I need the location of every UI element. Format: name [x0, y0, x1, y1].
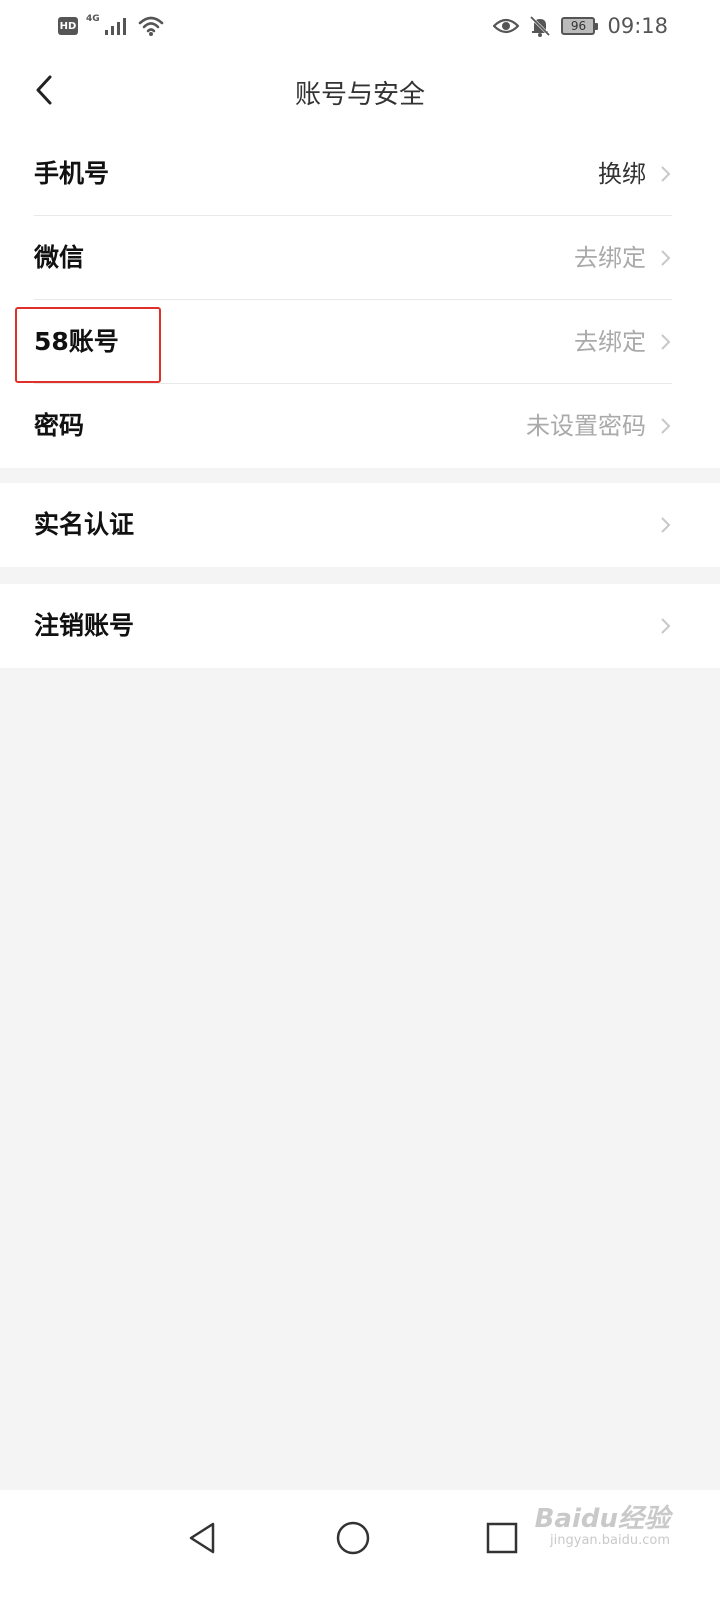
signal-icon — [104, 18, 126, 35]
chevron-right-icon — [661, 418, 671, 434]
network-type-label: 4G — [86, 14, 100, 24]
eye-icon — [493, 18, 520, 34]
row-label: 微信 — [34, 243, 85, 272]
settings-row-phone[interactable]: 手机号 换绑 — [0, 132, 720, 216]
status-left: HD 4G — [58, 12, 164, 40]
row-value: 未设置密码 — [526, 412, 646, 440]
verification-group: 实名认证 — [0, 483, 720, 567]
header-bar: 账号与安全 — [0, 52, 720, 132]
settings-row-cancel-account[interactable]: 注销账号 — [0, 584, 720, 668]
row-label: 手机号 — [34, 159, 110, 188]
chevron-right-icon — [661, 517, 671, 533]
row-value: 换绑 — [598, 160, 646, 188]
bell-muted-icon — [530, 15, 551, 37]
account-binding-group: 手机号 换绑 微信 去绑定 58账号 去绑定 密码 未设置密码 — [0, 132, 720, 468]
settings-row-wechat[interactable]: 微信 去绑定 — [0, 216, 720, 300]
hd-icon: HD — [58, 17, 78, 35]
highlight-annotation-box — [15, 307, 161, 383]
cancel-account-group: 注销账号 — [0, 584, 720, 668]
system-back-button[interactable] — [172, 1508, 232, 1568]
system-recents-button[interactable] — [472, 1508, 532, 1568]
baidu-watermark: Baidu经验 jingyan.baidu.com — [535, 1498, 670, 1548]
watermark-url: jingyan.baidu.com — [550, 1533, 670, 1548]
row-value: 去绑定 — [574, 328, 646, 356]
back-triangle-icon — [189, 1522, 215, 1554]
system-home-button[interactable] — [323, 1508, 383, 1568]
status-bar: HD 4G 96 09:18 — [0, 0, 720, 52]
settings-row-password[interactable]: 密码 未设置密码 — [0, 384, 720, 468]
watermark-logo-text: Baidu经验 — [534, 1504, 670, 1534]
chevron-right-icon — [661, 166, 671, 182]
row-label: 注销账号 — [34, 611, 135, 640]
status-time: 09:18 — [607, 14, 668, 38]
row-label: 实名认证 — [34, 510, 135, 539]
chevron-right-icon — [661, 334, 671, 350]
row-label: 密码 — [34, 411, 85, 440]
row-value: 去绑定 — [574, 244, 646, 272]
chevron-right-icon — [661, 618, 671, 634]
page-title: 账号与安全 — [294, 80, 425, 110]
battery-icon: 96 — [561, 17, 599, 35]
status-right: 96 09:18 — [493, 12, 668, 40]
recents-square-icon — [486, 1522, 518, 1554]
wifi-icon — [138, 16, 163, 36]
chevron-right-icon — [661, 250, 671, 266]
home-circle-icon — [336, 1521, 370, 1555]
settings-row-real-name[interactable]: 实名认证 — [0, 483, 720, 567]
system-nav-bar: Baidu经验 jingyan.baidu.com — [0, 1490, 720, 1600]
